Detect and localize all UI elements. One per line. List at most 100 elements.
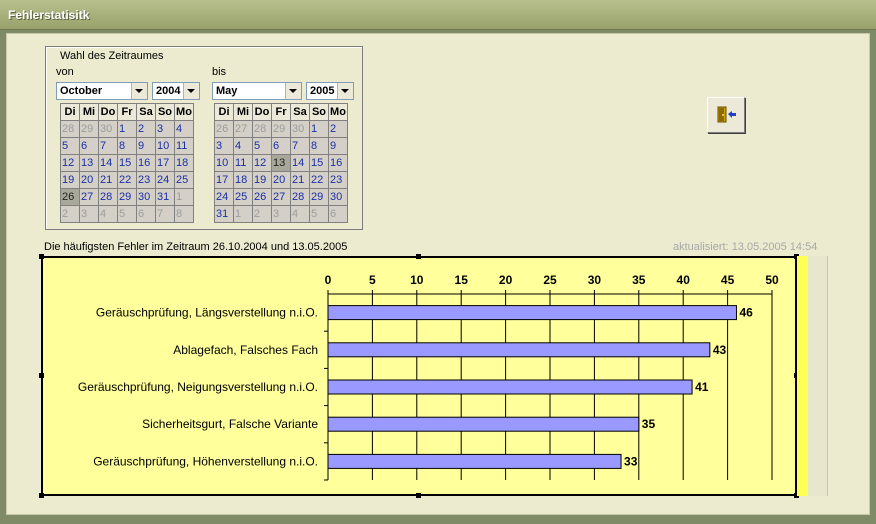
- calendar-day[interactable]: 12: [252, 154, 272, 172]
- form-body: Wahl des Zeitraumes von bis October 2004…: [6, 33, 870, 515]
- calendar-day[interactable]: 12: [60, 154, 80, 172]
- calendar-day[interactable]: 10: [214, 154, 234, 172]
- calendar-day[interactable]: 28: [290, 188, 310, 206]
- to-year-select[interactable]: 2005: [306, 82, 354, 100]
- calendar-day[interactable]: 27: [79, 188, 99, 206]
- calendar-day[interactable]: 26: [60, 188, 80, 206]
- calendar-day[interactable]: 4: [98, 205, 118, 223]
- calendar-day[interactable]: 24: [155, 171, 175, 189]
- calendar-day[interactable]: 29: [117, 188, 137, 206]
- calendar-day[interactable]: 2: [328, 120, 348, 138]
- calendar-day[interactable]: 20: [79, 171, 99, 189]
- calendar-day[interactable]: 3: [271, 205, 291, 223]
- calendar-day[interactable]: 21: [290, 171, 310, 189]
- calendar-day[interactable]: 29: [309, 188, 329, 206]
- calendar-day[interactable]: 17: [155, 154, 175, 172]
- calendar-day[interactable]: 1: [309, 120, 329, 138]
- from-year-select[interactable]: 2004: [152, 82, 200, 100]
- calendar-day[interactable]: 23: [328, 171, 348, 189]
- calendar-day[interactable]: 5: [60, 137, 80, 155]
- exit-button[interactable]: [707, 97, 745, 133]
- calendar-day[interactable]: 2: [252, 205, 272, 223]
- calendar-day[interactable]: 17: [214, 171, 234, 189]
- to-month-select[interactable]: May: [212, 82, 302, 100]
- calendar-day[interactable]: 7: [290, 137, 310, 155]
- calendar-day[interactable]: 27: [271, 188, 291, 206]
- to-month-dropdown-button[interactable]: [285, 83, 301, 99]
- calendar-day[interactable]: 4: [290, 205, 310, 223]
- calendar-day[interactable]: 28: [60, 120, 80, 138]
- calendar-day[interactable]: 6: [328, 205, 348, 223]
- calendar-day[interactable]: 14: [98, 154, 118, 172]
- calendar-day[interactable]: 25: [174, 171, 194, 189]
- calendar-day[interactable]: 30: [136, 188, 156, 206]
- calendar-day[interactable]: 18: [174, 154, 194, 172]
- calendar-day[interactable]: 4: [233, 137, 253, 155]
- calendar-day[interactable]: 6: [136, 205, 156, 223]
- calendar-day[interactable]: 1: [174, 188, 194, 206]
- calendar-day[interactable]: 7: [155, 205, 175, 223]
- calendar-day[interactable]: 9: [136, 137, 156, 155]
- to-calendar[interactable]: Di Mi Do Fr Sa So Mo 26 27 28 29 30 1 2 3 4 5 6 7 8 9 10 11 12 1…: [214, 103, 348, 223]
- calendar-day[interactable]: 28: [98, 188, 118, 206]
- calendar-day[interactable]: 30: [328, 188, 348, 206]
- calendar-day[interactable]: 28: [252, 120, 272, 138]
- calendar-day[interactable]: 3: [214, 137, 234, 155]
- calendar-day[interactable]: 22: [117, 171, 137, 189]
- error-chart[interactable]: 0 5 10 15 20 25 30 35 40 45 50 46 Geräuschprüfung, L…: [39, 254, 799, 498]
- calendar-day[interactable]: 24: [214, 188, 234, 206]
- calendar-day[interactable]: 2: [136, 120, 156, 138]
- calendar-day[interactable]: 29: [271, 120, 291, 138]
- from-month-select[interactable]: October: [56, 82, 148, 100]
- calendar-day[interactable]: 8: [117, 137, 137, 155]
- calendar-day[interactable]: 10: [155, 137, 175, 155]
- calendar-day[interactable]: 3: [79, 205, 99, 223]
- title-bar[interactable]: Fehlerstatisitk: [0, 0, 876, 30]
- calendar-day[interactable]: 6: [79, 137, 99, 155]
- calendar-day[interactable]: 31: [155, 188, 175, 206]
- calendar-day[interactable]: 3: [155, 120, 175, 138]
- calendar-day[interactable]: 23: [136, 171, 156, 189]
- calendar-day[interactable]: 4: [174, 120, 194, 138]
- calendar-day[interactable]: 14: [290, 154, 310, 172]
- calendar-day[interactable]: 22: [309, 171, 329, 189]
- calendar-day[interactable]: 15: [309, 154, 329, 172]
- calendar-day[interactable]: 30: [290, 120, 310, 138]
- calendar-day[interactable]: 8: [174, 205, 194, 223]
- calendar-day[interactable]: 2: [60, 205, 80, 223]
- from-year-dropdown-button[interactable]: [183, 83, 199, 99]
- calendar-day[interactable]: 13: [271, 154, 291, 172]
- calendar-day[interactable]: 16: [136, 154, 156, 172]
- calendar-day[interactable]: 5: [252, 137, 272, 155]
- calendar-day[interactable]: 31: [214, 205, 234, 223]
- calendar-day[interactable]: 26: [252, 188, 272, 206]
- calendar-day[interactable]: 27: [233, 120, 253, 138]
- calendar-day[interactable]: 9: [328, 137, 348, 155]
- to-year-dropdown-button[interactable]: [337, 83, 353, 99]
- calendar-day[interactable]: 11: [233, 154, 253, 172]
- calendar-day[interactable]: 21: [98, 171, 118, 189]
- calendar-day[interactable]: 13: [79, 154, 99, 172]
- chart-scroll-strip: [797, 256, 808, 496]
- calendar-day[interactable]: 15: [117, 154, 137, 172]
- calendar-day[interactable]: 11: [174, 137, 194, 155]
- from-month-dropdown-button[interactable]: [131, 83, 147, 99]
- calendar-day[interactable]: 7: [98, 137, 118, 155]
- calendar-day[interactable]: 1: [233, 205, 253, 223]
- calendar-day[interactable]: 29: [79, 120, 99, 138]
- calendar-day[interactable]: 5: [309, 205, 329, 223]
- calendar-day[interactable]: 8: [309, 137, 329, 155]
- calendar-day[interactable]: 26: [214, 120, 234, 138]
- calendar-day[interactable]: 6: [271, 137, 291, 155]
- tick-label: 35: [632, 273, 646, 287]
- calendar-day[interactable]: 5: [117, 205, 137, 223]
- calendar-day[interactable]: 19: [252, 171, 272, 189]
- calendar-day[interactable]: 30: [98, 120, 118, 138]
- calendar-day[interactable]: 25: [233, 188, 253, 206]
- calendar-day[interactable]: 19: [60, 171, 80, 189]
- calendar-day[interactable]: 16: [328, 154, 348, 172]
- calendar-day[interactable]: 1: [117, 120, 137, 138]
- calendar-day[interactable]: 18: [233, 171, 253, 189]
- from-calendar[interactable]: Di Mi Do Fr Sa So Mo 28 29 30 1 2 3 4 5 6 7 8 9 10 11 12 13 14 1…: [60, 103, 194, 223]
- calendar-day[interactable]: 20: [271, 171, 291, 189]
